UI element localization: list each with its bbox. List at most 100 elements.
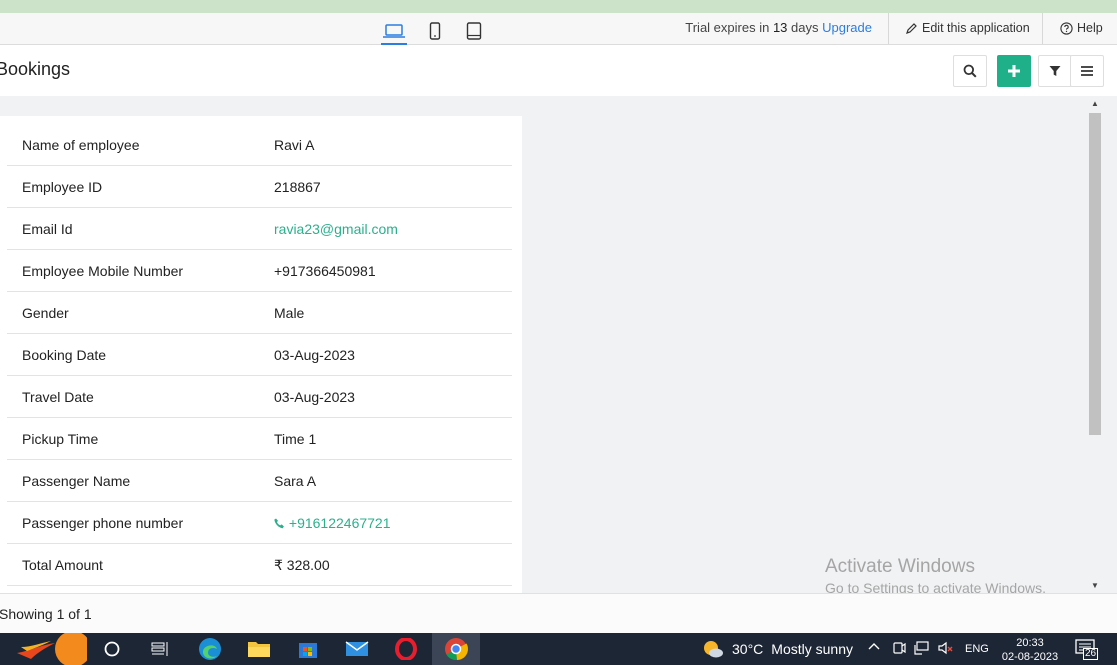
opera-app-button[interactable] [382, 633, 430, 665]
folder-icon [248, 642, 270, 657]
show-hidden-icons-button[interactable] [868, 641, 880, 656]
activate-title: Activate Windows [825, 556, 975, 577]
top-strip [0, 0, 1117, 13]
clock-time: 20:33 [1016, 637, 1044, 649]
scroll-up-arrow-icon[interactable]: ▲ [1091, 99, 1099, 108]
system-clock[interactable]: 20:33 02-08-2023 [998, 636, 1062, 664]
activate-windows-watermark: Activate Windows Go to Settings to activ… [825, 556, 1046, 596]
field-value: 218867 [274, 179, 321, 195]
field-label: Booking Date [22, 347, 107, 363]
filter-button[interactable] [1038, 55, 1072, 87]
notification-badge: 26 [1083, 648, 1099, 660]
scrollbar[interactable]: ▲ ▼ [1087, 97, 1103, 592]
field-row: Booking Date 03-Aug-2023 [7, 334, 512, 376]
edge-app-button[interactable] [186, 633, 234, 665]
cortana-circle-icon [104, 641, 120, 657]
help-button[interactable]: Help [1060, 21, 1103, 35]
trial-prefix: Trial expires in [685, 20, 770, 35]
weather-desc: Mostly sunny [771, 641, 853, 657]
help-label: Help [1077, 21, 1103, 35]
search-taskbar-button[interactable] [88, 633, 136, 665]
weather-widget[interactable]: 30°C Mostly sunny [702, 633, 853, 665]
add-record-button[interactable] [997, 55, 1031, 87]
field-label: Passenger phone number [22, 515, 184, 531]
trial-notice: Trial expires in 13 days Upgrade [685, 20, 872, 35]
language-indicator[interactable]: ENG [965, 643, 989, 655]
start-button[interactable] [14, 633, 90, 665]
phone-view-button[interactable] [422, 19, 448, 43]
email-link[interactable]: ravia23@gmail.com [274, 221, 398, 237]
field-row: Name of employee Ravi A [7, 124, 512, 166]
meet-now-button[interactable] [892, 641, 906, 658]
network-button[interactable] [914, 641, 930, 658]
chrome-icon [445, 638, 468, 661]
page-title: Bookings [0, 59, 71, 79]
edit-application-label: Edit this application [922, 21, 1030, 35]
edge-icon [199, 638, 221, 660]
search-button[interactable] [953, 55, 987, 87]
field-value: 03-Aug-2023 [274, 389, 355, 405]
field-row: Pickup Time Time 1 [7, 418, 512, 460]
field-row: Travel Date 03-Aug-2023 [7, 376, 512, 418]
trial-suffix: days [791, 20, 819, 35]
phone-call-icon [274, 518, 284, 529]
field-label: Travel Date [22, 389, 94, 405]
pencil-icon [906, 23, 917, 34]
page-footer: Showing 1 of 1 [0, 593, 1117, 633]
help-icon [1060, 21, 1073, 35]
notification-center-button[interactable]: 26 [1075, 639, 1099, 660]
divider [888, 13, 889, 44]
field-row: Passenger phone number +916122467721 [7, 502, 512, 544]
search-icon [963, 64, 977, 78]
field-label: Email Id [22, 221, 73, 237]
scroll-down-arrow-icon[interactable]: ▼ [1091, 581, 1099, 590]
plus-icon [1008, 65, 1020, 77]
field-row: Email Id ravia23@gmail.com [7, 208, 512, 250]
field-row: Total Amount ₹ 328.00 [7, 544, 512, 586]
laptop-view-button[interactable] [381, 19, 407, 45]
partly-sunny-icon [704, 641, 723, 658]
field-label: Employee ID [22, 179, 103, 195]
chevron-up-icon [868, 643, 880, 650]
field-value: Male [274, 305, 305, 321]
trial-days: 13 [772, 20, 788, 35]
start-logo-icon [17, 633, 87, 665]
task-view-button[interactable] [136, 633, 184, 665]
phone-icon [429, 22, 441, 40]
field-value: +917366450981 [274, 263, 376, 279]
menu-button[interactable] [1070, 55, 1104, 87]
upgrade-link[interactable]: Upgrade [822, 20, 872, 35]
volume-muted-icon [938, 641, 953, 655]
opera-icon [395, 638, 417, 660]
field-label: Pickup Time [22, 431, 99, 447]
store-icon [299, 643, 317, 658]
edit-application-button[interactable]: Edit this application [906, 21, 1030, 35]
file-explorer-button[interactable] [235, 633, 283, 665]
clock-date: 02-08-2023 [1001, 651, 1059, 663]
field-value: Time 1 [274, 431, 317, 447]
task-view-icon [151, 642, 168, 656]
tablet-icon [466, 22, 482, 40]
chrome-app-button[interactable] [432, 633, 480, 665]
field-row: Gender Male [7, 292, 512, 334]
field-label: Total Amount [22, 557, 103, 573]
field-row: Passenger Name Sara A [7, 460, 512, 502]
volume-button[interactable] [938, 641, 954, 658]
field-value: Sara A [274, 473, 317, 489]
divider [1042, 13, 1043, 44]
menu-icon [1081, 66, 1093, 76]
camera-icon [893, 642, 906, 654]
scrollbar-thumb[interactable] [1089, 113, 1101, 435]
mail-icon [345, 641, 369, 656]
field-row: Employee Mobile Number +917366450981 [7, 250, 512, 292]
network-icon [914, 641, 929, 655]
windows-taskbar: 30°C Mostly sunny ENG 20:33 02-08-2023 2… [0, 633, 1117, 665]
store-app-button[interactable] [284, 633, 332, 665]
field-label: Gender [22, 305, 69, 321]
field-label: Name of employee [22, 137, 140, 153]
mail-app-button[interactable] [333, 633, 381, 665]
phone-link[interactable]: +916122467721 [274, 515, 391, 531]
record-count: Showing 1 of 1 [0, 606, 92, 622]
tablet-view-button[interactable] [461, 19, 487, 43]
phone-number: +916122467721 [288, 515, 391, 531]
